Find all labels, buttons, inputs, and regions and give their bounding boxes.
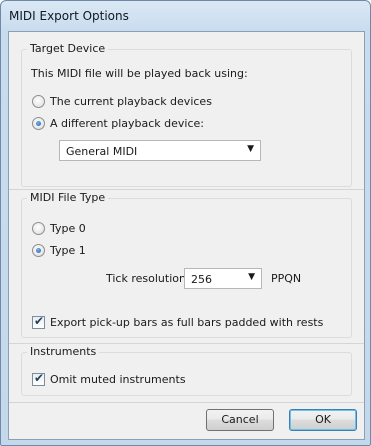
radio-different-device-label: A different playback device: [50,117,204,130]
ok-button[interactable]: OK [289,409,357,431]
checkmark-icon: ✔ [34,314,45,328]
section-divider [9,343,364,344]
playback-description: This MIDI file will be played back using… [31,67,248,80]
radio-type-0-label: Type 0 [50,222,86,235]
pickup-bars-checkbox-box[interactable]: ✔ [32,314,45,329]
radio-type-0-circle[interactable] [32,222,45,235]
instruments-title: Instruments [27,345,100,358]
omit-muted-label: Omit muted instruments [50,373,186,386]
playback-device-value: General MIDI [66,145,138,158]
instruments-group: Instruments ✔ Omit muted instruments [21,345,352,396]
midi-file-type-group: MIDI File Type Type 0 Type 1 Tick resolu… [21,191,352,338]
dialog-body: Target Device This MIDI file will be pla… [8,31,365,440]
radio-type-1-circle[interactable] [32,244,45,257]
omit-muted-checkbox-box[interactable]: ✔ [32,371,45,386]
target-device-group: Target Device This MIDI file will be pla… [21,42,352,187]
radio-current-devices-circle[interactable] [32,95,45,108]
tick-resolution-label: Tick resolution: [106,272,190,285]
section-divider [9,189,364,190]
radio-current-devices-label: The current playback devices [50,95,212,108]
target-device-title: Target Device [27,42,109,55]
title-bar[interactable]: MIDI Export Options [1,1,370,31]
tick-resolution-dropdown[interactable]: 256 ▼ [184,268,262,289]
playback-device-dropdown[interactable]: General MIDI ▼ [59,140,261,161]
section-divider [9,402,364,403]
checkmark-icon: ✔ [34,371,45,385]
tick-resolution-value: 256 [191,273,212,286]
chevron-down-icon: ▼ [247,144,254,154]
chevron-down-icon: ▼ [248,272,255,282]
tick-resolution-unit: PPQN [271,272,302,285]
midi-file-type-title: MIDI File Type [27,191,109,204]
pickup-bars-label: Export pick-up bars as full bars padded … [50,316,324,329]
radio-type-1-label: Type 1 [50,244,86,257]
window-title: MIDI Export Options [9,9,129,23]
cancel-button[interactable]: Cancel [206,409,274,431]
radio-different-device-circle[interactable] [32,117,45,130]
dialog-window: MIDI Export Options Target Device This M… [0,0,371,446]
